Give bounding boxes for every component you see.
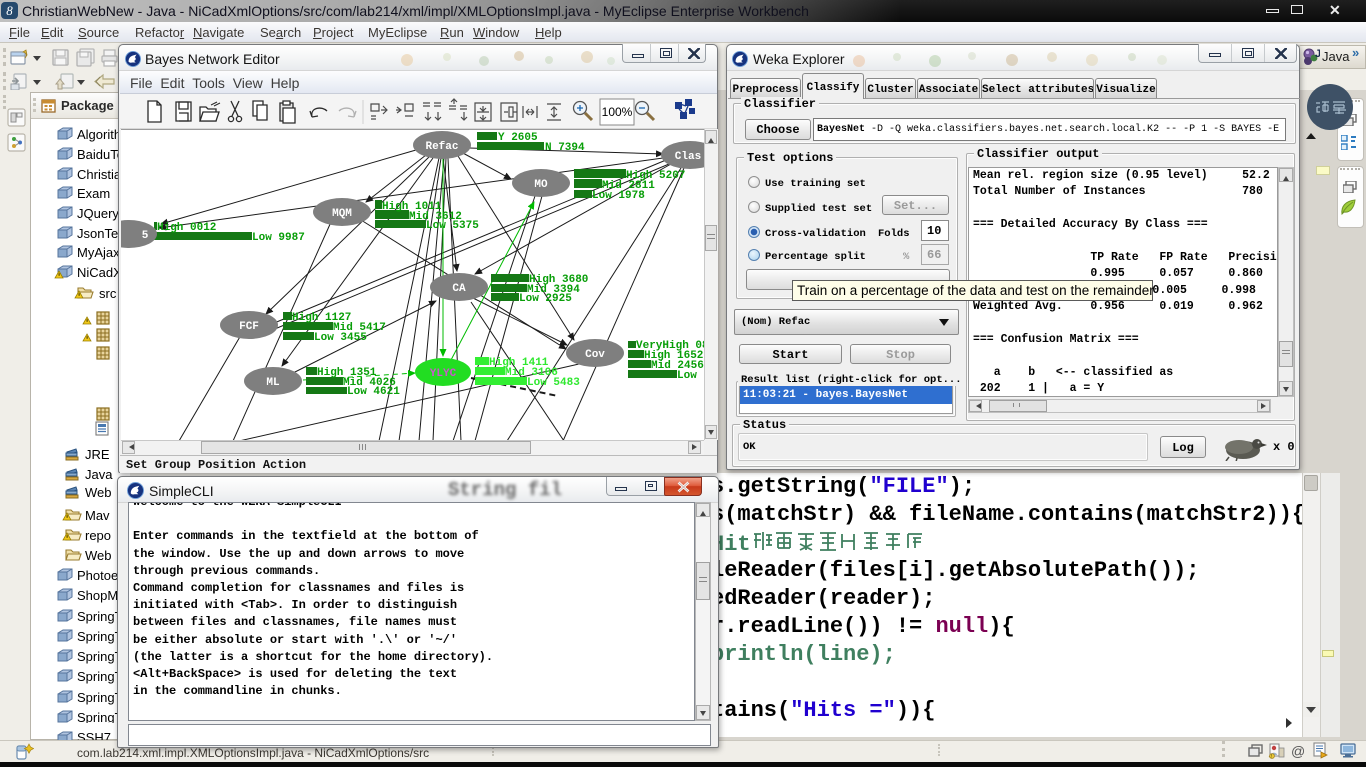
svg-text:JRE: JRE (85, 447, 110, 462)
svg-text:Low: Low (677, 370, 697, 382)
svg-text:High 0012: High 0012 (157, 222, 216, 234)
svg-text:J: J (1315, 48, 1320, 60)
svg-text:CA: CA (452, 283, 466, 295)
svg-text:Y 2605: Y 2605 (498, 132, 538, 144)
svg-text:NiCadX: NiCadX (77, 265, 122, 280)
svg-text:MyAjax: MyAjax (77, 245, 120, 260)
svg-text:Photoel: Photoel (77, 568, 121, 583)
svg-text:5: 5 (142, 230, 149, 242)
svg-text:Low 2925: Low 2925 (519, 293, 572, 305)
svg-text:Mav: Mav (85, 508, 110, 523)
svg-text:YLYC: YLYC (430, 368, 457, 380)
svg-text:!: ! (1271, 754, 1272, 759)
svg-text:SpringT: SpringT (77, 690, 123, 705)
svg-text:SpringT: SpringT (77, 629, 123, 644)
svg-text:Low 5483: Low 5483 (527, 377, 580, 389)
svg-text:FCF: FCF (239, 321, 259, 333)
svg-text:Low 1978: Low 1978 (592, 190, 645, 202)
svg-text:Web: Web (85, 548, 112, 563)
svg-text:repo: repo (85, 528, 111, 543)
svg-text:MQM: MQM (332, 208, 352, 220)
svg-text:Java: Java (85, 467, 113, 482)
svg-text:Cov: Cov (585, 349, 605, 361)
svg-text:Low 9987: Low 9987 (252, 232, 305, 244)
svg-text:ML: ML (266, 377, 280, 389)
svg-text:Low 3455: Low 3455 (314, 332, 367, 344)
svg-text:Exam: Exam (77, 186, 110, 201)
svg-text:N 7394: N 7394 (545, 142, 585, 154)
svg-text:Refac: Refac (425, 141, 458, 153)
svg-text:SpringT: SpringT (77, 669, 123, 684)
svg-text:SpringT: SpringT (77, 649, 123, 664)
svg-text:Low 4621: Low 4621 (347, 386, 400, 398)
svg-text:100%: 100% (602, 105, 633, 119)
svg-text:8: 8 (6, 3, 13, 18)
svg-text:SpringT: SpringT (77, 710, 123, 723)
svg-text:Low 5375: Low 5375 (426, 220, 479, 232)
svg-text:Web: Web (85, 485, 112, 500)
svg-text:SpringT: SpringT (77, 609, 123, 624)
svg-text:Clas: Clas (675, 151, 701, 163)
svg-text:src: src (99, 286, 117, 301)
svg-text:MO: MO (534, 179, 548, 191)
